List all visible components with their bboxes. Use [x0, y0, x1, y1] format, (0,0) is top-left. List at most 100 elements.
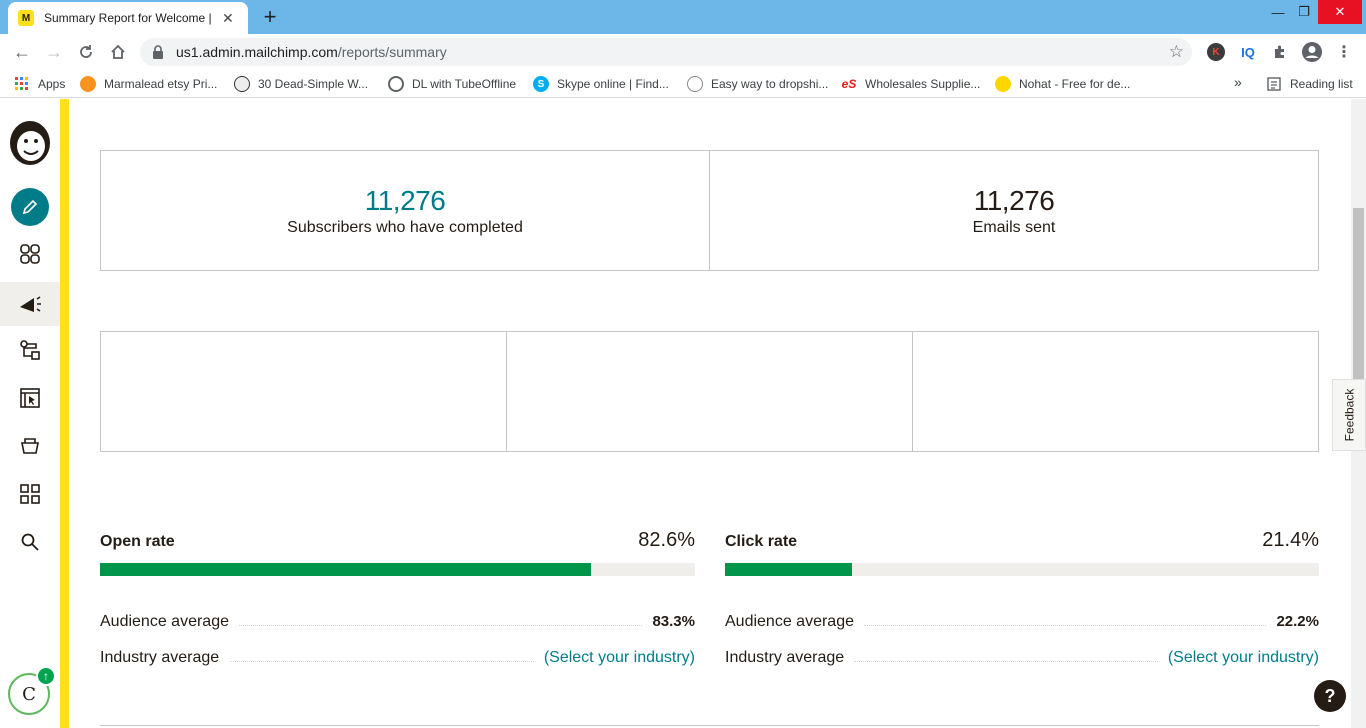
extension-k-icon[interactable]: K: [1206, 42, 1226, 62]
browser-titlebar: M Summary Report for Welcome | M ✕ + — ❐…: [0, 0, 1366, 34]
click-industry-average-row: Industry average (Select your industry): [725, 640, 1319, 676]
search-icon[interactable]: [10, 522, 50, 562]
website-icon[interactable]: [10, 378, 50, 418]
placeholder-cell: [101, 332, 506, 451]
tab-title: Summary Report for Welcome | M: [44, 11, 216, 25]
panda-icon: [234, 76, 250, 92]
audience-average-label: Audience average: [725, 613, 854, 630]
bookmark-dropship[interactable]: Easy way to dropshi...: [687, 76, 828, 92]
bookmark-dead-simple[interactable]: 30 Dead-Simple W...: [234, 76, 368, 92]
bookmarks-overflow-icon[interactable]: »: [1234, 74, 1242, 90]
home-icon[interactable]: [106, 40, 130, 64]
stat-emails-sent: 11,276 Emails sent: [709, 151, 1318, 270]
reading-list-button[interactable]: Reading list: [1266, 76, 1353, 92]
create-button[interactable]: [11, 188, 49, 226]
extension-iq-icon[interactable]: IQ: [1238, 42, 1258, 62]
bookmark-wholesales[interactable]: eS Wholesales Supplie...: [841, 76, 981, 92]
mailchimp-favicon-icon: M: [18, 10, 34, 26]
audience-icon[interactable]: [10, 234, 50, 274]
audience-average-value: 83.3%: [652, 613, 695, 630]
select-industry-link[interactable]: (Select your industry): [544, 640, 695, 676]
pencil-icon: [22, 199, 38, 215]
audience-average-label: Audience average: [100, 613, 229, 630]
dropship-icon: [687, 76, 703, 92]
back-icon[interactable]: ←: [10, 40, 34, 64]
bookmark-apps[interactable]: Apps: [14, 76, 65, 92]
browser-toolbar: ← → us1.admin.mailchimp.com/reports/summ…: [0, 34, 1366, 70]
address-bar[interactable]: us1.admin.mailchimp.com/reports/summary …: [140, 38, 1192, 66]
nohat-icon: [995, 76, 1011, 92]
open-rate-section: Open rate 82.6% Audience average 83.3% I…: [100, 529, 695, 676]
click-audience-average-row: Audience average 22.2%: [725, 604, 1319, 640]
bookmark-star-icon[interactable]: ☆: [1169, 42, 1184, 62]
brand-accent-bar: [60, 99, 69, 728]
automations-icon[interactable]: [10, 330, 50, 370]
content-studio-icon[interactable]: [10, 426, 50, 466]
browser-tab[interactable]: M Summary Report for Welcome | M ✕: [8, 2, 248, 34]
freddie-logo-icon[interactable]: [7, 119, 53, 167]
lock-icon: [153, 45, 163, 59]
reading-list-label: Reading list: [1290, 77, 1353, 91]
es-icon: eS: [841, 77, 857, 91]
open-rate-progress: [100, 563, 695, 576]
window-close-icon[interactable]: ✕: [1318, 0, 1362, 24]
emails-sent-label: Emails sent: [972, 218, 1056, 236]
bookmark-tubeoffline[interactable]: DL with TubeOffline: [388, 76, 516, 92]
click-rate-title: Click rate: [725, 533, 798, 550]
integrations-grid-icon[interactable]: [10, 474, 50, 514]
globe-icon: [388, 76, 404, 92]
completed-label: Subscribers who have completed: [287, 218, 523, 236]
arrow-up-icon: ↑: [36, 666, 56, 686]
open-industry-average-row: Industry average (Select your industry): [100, 640, 695, 676]
bookmark-label: Nohat - Free for de...: [1019, 77, 1131, 91]
forward-icon[interactable]: →: [42, 40, 66, 64]
placeholder-cell: [912, 332, 1318, 451]
open-rate-value: 82.6%: [638, 529, 695, 551]
summary-stats-box: 11,276 Subscribers who have completed 11…: [100, 150, 1319, 271]
reload-icon[interactable]: [74, 40, 98, 64]
apps-grid-icon: [14, 76, 30, 92]
bookmark-label: Wholesales Supplie...: [865, 77, 981, 91]
help-question-icon[interactable]: ?: [1314, 680, 1346, 712]
feedback-label: Feedback: [1342, 388, 1357, 442]
report-main: 11,276 Subscribers who have completed 11…: [69, 99, 1351, 728]
skype-icon: S: [533, 76, 549, 92]
restore-icon[interactable]: ❐: [1290, 0, 1318, 24]
open-rate-progress-fill: [100, 563, 592, 576]
extensions-puzzle-icon[interactable]: [1270, 42, 1290, 62]
url-host: us1.admin.mailchimp.com: [176, 44, 338, 60]
stats-placeholder-box: [100, 331, 1319, 452]
bookmark-label: 30 Dead-Simple W...: [258, 77, 369, 91]
feedback-tab[interactable]: Feedback: [1332, 379, 1366, 451]
new-tab-icon[interactable]: +: [258, 4, 282, 29]
profile-icon[interactable]: [1300, 40, 1324, 64]
bookmark-skype[interactable]: S Skype online | Find...: [533, 76, 669, 92]
open-rate-title: Open rate: [100, 533, 175, 550]
open-audience-average-row: Audience average 83.3%: [100, 604, 695, 640]
marmalead-icon: [80, 76, 96, 92]
bookmark-label: Skype online | Find...: [557, 77, 669, 91]
click-rate-section: Click rate 21.4% Audience average 22.2% …: [725, 529, 1319, 676]
tab-close-icon[interactable]: ✕: [222, 10, 234, 27]
bookmark-label: DL with TubeOffline: [412, 77, 517, 91]
completed-count[interactable]: 11,276: [365, 185, 446, 217]
industry-average-label: Industry average: [725, 649, 845, 666]
click-rate-progress: [725, 563, 1319, 576]
audience-average-value: 22.2%: [1276, 613, 1319, 630]
bookmark-marmalead[interactable]: Marmalead etsy Pri...: [80, 76, 217, 92]
click-rate-progress-fill: [725, 563, 853, 576]
bookmark-label: Apps: [38, 77, 66, 91]
chrome-menu-icon[interactable]: ⋮: [1334, 42, 1354, 62]
select-industry-link[interactable]: (Select your industry): [1168, 640, 1319, 676]
scrollbar-thumb[interactable]: [1353, 208, 1364, 380]
stat-completed: 11,276 Subscribers who have completed: [101, 151, 709, 270]
url-path: /reports/summary: [337, 44, 447, 60]
campaigns-megaphone-icon[interactable]: [0, 282, 60, 326]
click-rate-value: 21.4%: [1262, 529, 1319, 551]
emails-sent-count: 11,276: [973, 184, 1055, 216]
placeholder-cell: [506, 332, 912, 451]
minimize-icon[interactable]: —: [1264, 0, 1292, 24]
bookmark-nohat[interactable]: Nohat - Free for de...: [995, 76, 1130, 92]
bookmarks-bar: Apps Marmalead etsy Pri... 30 Dead-Simpl…: [0, 70, 1366, 98]
bookmark-label: Easy way to dropshi...: [711, 77, 829, 91]
